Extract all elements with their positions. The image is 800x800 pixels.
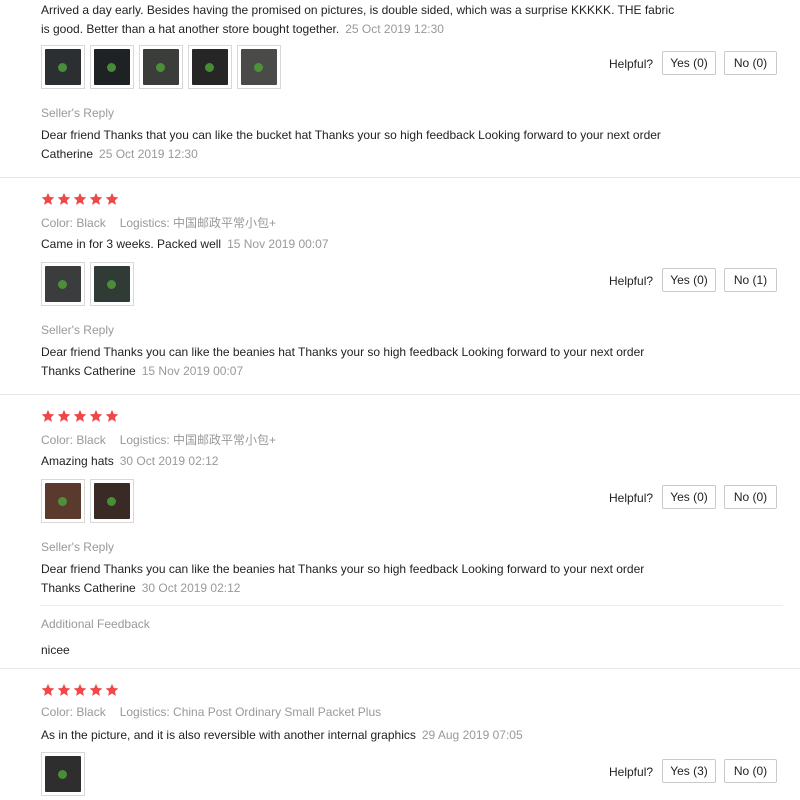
star-icon	[41, 683, 55, 697]
star-icon	[105, 192, 119, 206]
color-label: Color: Black	[41, 216, 106, 230]
color-label: Color: Black	[41, 433, 106, 447]
review-text: As in the picture, and it is also revers…	[41, 728, 523, 742]
star-icon	[73, 683, 87, 697]
review-photos	[41, 752, 85, 796]
review-photo-thumbnail[interactable]	[90, 479, 134, 523]
star-rating	[41, 192, 119, 206]
review-meta: Color: Black Logistics: China Post Ordina…	[41, 705, 381, 719]
review-text: Amazing hats 30 Oct 2019 02:12	[41, 454, 219, 468]
star-icon	[89, 192, 103, 206]
review-divider	[0, 394, 800, 395]
seller-reply-text: Dear friend Thanks you can like the bean…	[41, 345, 645, 378]
star-icon	[57, 683, 71, 697]
star-icon	[57, 409, 71, 423]
star-rating	[41, 683, 119, 697]
star-icon	[73, 192, 87, 206]
seller-reply-date: 25 Oct 2019 12:30	[99, 147, 198, 161]
star-rating	[41, 409, 119, 423]
seller-reply-text: Dear friend Thanks you can like the bean…	[41, 562, 645, 595]
seller-reply-label: Seller's Reply	[41, 540, 114, 554]
helpful-no-button[interactable]: No (1)	[724, 268, 777, 292]
review-photos	[41, 262, 134, 306]
logistics-label: Logistics: 中国邮政平常小包+	[119, 216, 277, 230]
review-photos	[41, 479, 134, 523]
review-photo-thumbnail[interactable]	[188, 45, 232, 89]
star-icon	[41, 409, 55, 423]
review-photo-thumbnail[interactable]	[41, 45, 85, 89]
review-date: 25 Oct 2019 12:30	[345, 22, 444, 36]
review-photo-thumbnail[interactable]	[41, 479, 85, 523]
review-divider	[0, 177, 800, 178]
helpful-label: Helpful?	[609, 765, 654, 779]
additional-feedback-label: Additional Feedback	[41, 617, 150, 631]
additional-feedback-text: nicee	[41, 643, 70, 657]
review-date: 15 Nov 2019 00:07	[227, 237, 329, 251]
review-photo-thumbnail[interactable]	[90, 262, 134, 306]
review-date: 29 Aug 2019 07:05	[421, 728, 523, 742]
star-icon	[41, 192, 55, 206]
logistics-label: Logistics: 中国邮政平常小包+	[119, 433, 277, 447]
helpful-yes-button[interactable]: Yes (0)	[662, 268, 716, 292]
helpful-no-button[interactable]: No (0)	[724, 485, 777, 509]
helpful-yes-button[interactable]: Yes (3)	[662, 759, 716, 783]
review-photos	[41, 45, 281, 89]
helpful-no-button[interactable]: No (0)	[724, 51, 777, 75]
seller-reply-date: 15 Nov 2019 00:07	[141, 364, 244, 378]
additional-feedback-divider	[40, 605, 783, 606]
star-icon	[105, 683, 119, 697]
star-icon	[73, 409, 87, 423]
review-text: Arrived a day early. Besides having the …	[41, 3, 675, 36]
helpful-yes-button[interactable]: Yes (0)	[662, 485, 716, 509]
review-text: Came in for 3 weeks. Packed well 15 Nov 2…	[41, 237, 329, 251]
review-photo-thumbnail[interactable]	[139, 45, 183, 89]
seller-reply-label: Seller's Reply	[41, 106, 114, 120]
review-meta: Color: Black Logistics: 中国邮政平常小包+	[41, 214, 276, 231]
helpful-label: Helpful?	[609, 57, 654, 71]
seller-reply-label: Seller's Reply	[41, 323, 114, 337]
helpful-yes-button[interactable]: Yes (0)	[662, 51, 716, 75]
star-icon	[89, 683, 103, 697]
review-photo-thumbnail[interactable]	[41, 752, 85, 796]
helpful-label: Helpful?	[609, 274, 654, 288]
review-meta: Color: Black Logistics: 中国邮政平常小包+	[41, 431, 276, 448]
helpful-no-button[interactable]: No (0)	[724, 759, 777, 783]
review-photo-thumbnail[interactable]	[237, 45, 281, 89]
helpful-label: Helpful?	[609, 491, 654, 505]
review-date: 30 Oct 2019 02:12	[119, 454, 219, 468]
star-icon	[105, 409, 119, 423]
seller-reply-text: Dear friend Thanks that you can like the…	[41, 128, 661, 161]
review-photo-thumbnail[interactable]	[41, 262, 85, 306]
star-icon	[57, 192, 71, 206]
review-photo-thumbnail[interactable]	[90, 45, 134, 89]
logistics-label: Logistics: China Post Ordinary Small Pac…	[119, 705, 382, 719]
star-icon	[89, 409, 103, 423]
seller-reply-date: 30 Oct 2019 02:12	[141, 581, 241, 595]
color-label: Color: Black	[41, 705, 106, 719]
review-divider	[0, 668, 800, 669]
